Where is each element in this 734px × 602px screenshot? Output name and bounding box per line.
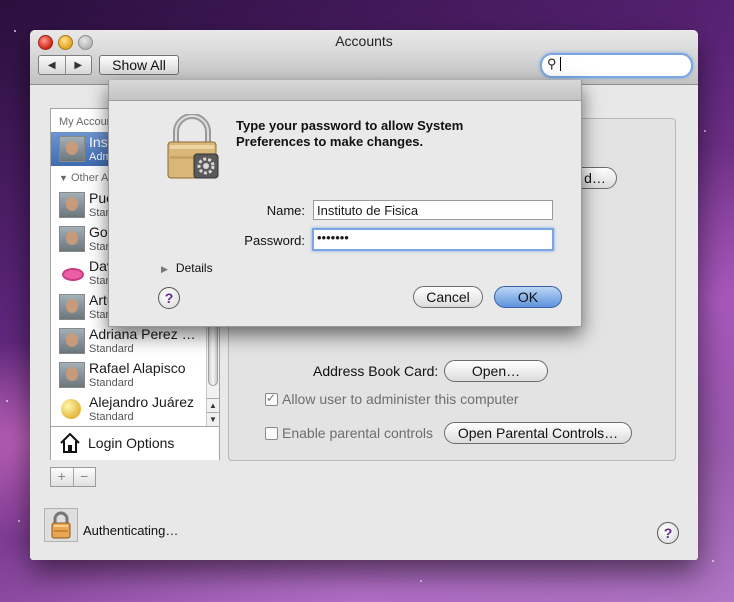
lock-button[interactable]: [44, 508, 78, 542]
authentication-sheet: Type your password to allow System Prefe…: [108, 80, 582, 327]
help-button[interactable]: ?: [657, 522, 679, 544]
desktop-star: [420, 580, 422, 582]
remove-account-button[interactable]: −: [74, 468, 96, 486]
cancel-button[interactable]: Cancel: [413, 286, 483, 308]
password-field[interactable]: •••••••: [312, 228, 554, 251]
avatar: [59, 192, 85, 218]
open-address-book-button[interactable]: Open…: [444, 360, 548, 382]
back-forward-control: ◀ ▶: [38, 55, 92, 75]
title-bar: Accounts ◀ ▶ Show All ⚲: [30, 30, 698, 85]
address-book-label: Address Book Card:: [313, 363, 439, 379]
window-title: Accounts: [335, 33, 393, 49]
disclosure-triangle-icon: ▶: [161, 264, 168, 274]
name-field[interactable]: Instituto de Fisica: [313, 200, 553, 220]
back-arrow-icon[interactable]: ◀: [39, 56, 66, 74]
padlock-icon: [167, 114, 219, 179]
login-options-label: Login Options: [88, 435, 175, 451]
text-cursor: [560, 57, 561, 71]
account-name: Rafael Alapisco: [89, 360, 186, 376]
search-icon: ⚲: [547, 56, 557, 71]
account-item[interactable]: Rafael Alapisco Standard: [51, 358, 207, 392]
avatar: [59, 362, 85, 388]
account-name: Adriana Perez …: [89, 326, 196, 342]
login-options-item[interactable]: Login Options: [51, 426, 219, 460]
avatar: [59, 294, 85, 320]
ok-button[interactable]: OK: [494, 286, 562, 308]
auth-status-text: Authenticating…: [83, 523, 179, 538]
details-label: Details: [175, 261, 213, 275]
allow-admin-checkbox[interactable]: [265, 391, 278, 406]
account-name: Alejandro Juárez: [89, 394, 195, 410]
desktop-star: [6, 400, 8, 402]
add-remove-control: + −: [50, 467, 96, 487]
sheet-help-button[interactable]: ?: [158, 287, 180, 309]
password-label: Password:: [244, 233, 305, 248]
avatar: [59, 328, 85, 354]
desktop-star: [18, 520, 20, 522]
open-parental-controls-button[interactable]: Open Parental Controls…: [444, 422, 632, 444]
details-disclosure[interactable]: ▶ Details: [161, 261, 213, 275]
desktop-star: [704, 130, 706, 132]
account-item[interactable]: Alejandro Juárez Standard: [51, 392, 207, 426]
allow-admin-label: Allow user to administer this computer: [282, 391, 519, 407]
avatar: [59, 396, 83, 420]
avatar: [59, 136, 85, 162]
sheet-top-edge: [109, 80, 581, 101]
forward-arrow-icon[interactable]: ▶: [66, 56, 92, 74]
account-role: Standard: [89, 411, 134, 423]
account-role: Standard: [89, 377, 134, 389]
house-icon: [60, 432, 80, 453]
parental-controls-label: Enable parental controls: [282, 425, 433, 441]
scroll-up-icon[interactable]: ▲: [207, 398, 219, 413]
avatar: [59, 226, 85, 252]
search-input[interactable]: ⚲: [540, 53, 693, 78]
auth-message: Type your password to allow System Prefe…: [236, 118, 464, 149]
desktop-star: [712, 560, 714, 562]
desktop-star: [14, 30, 16, 32]
account-item[interactable]: Adriana Perez … Standard: [51, 324, 207, 358]
account-role: Standard: [89, 343, 134, 355]
lock-icon: [51, 511, 71, 539]
show-all-button[interactable]: Show All: [99, 55, 179, 75]
add-account-button[interactable]: +: [51, 468, 74, 486]
parental-controls-checkbox[interactable]: [265, 427, 278, 440]
avatar: [59, 260, 84, 284]
disclosure-triangle-icon: ▼: [59, 173, 68, 183]
scroll-down-icon[interactable]: ▼: [207, 412, 219, 427]
name-label: Name:: [266, 203, 305, 218]
